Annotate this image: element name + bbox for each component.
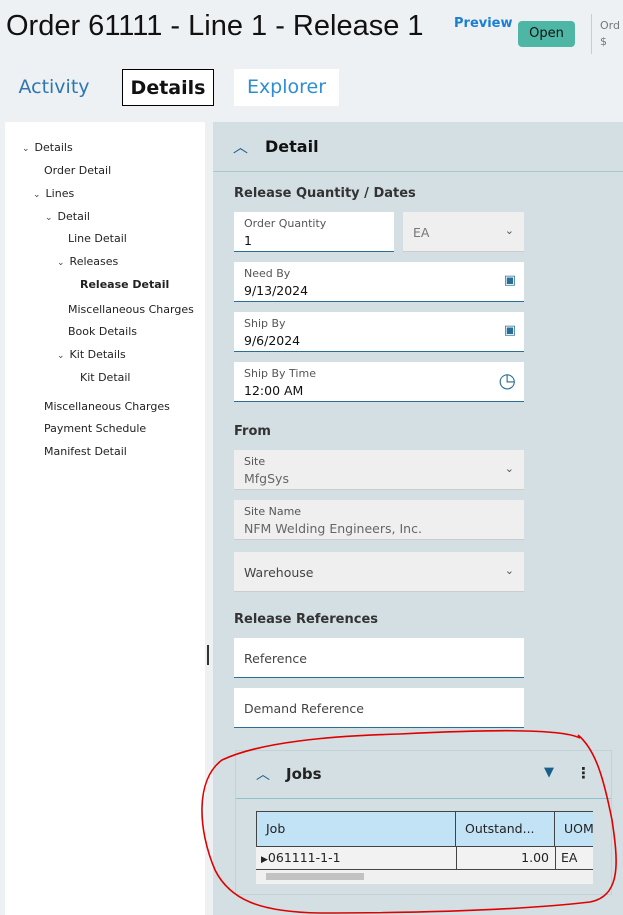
tab-activity[interactable]: Activity (10, 69, 98, 106)
tree-item-book-details[interactable]: Book Details (68, 325, 137, 338)
reference-field[interactable]: Reference (234, 638, 524, 678)
section-from: From (234, 424, 271, 439)
tree-label: Lines (45, 187, 75, 200)
jobs-title: Jobs (286, 765, 322, 783)
tree-label: Kit Details (69, 348, 126, 361)
tree-item-lines[interactable]: ⌄ Lines (33, 187, 74, 200)
chevron-down-icon: ⌄ (57, 351, 65, 361)
field-value: 1 (244, 233, 252, 248)
tree-label: Releases (69, 255, 119, 268)
field-label: Need By (244, 267, 291, 280)
chevron-down-icon: ⌄ (33, 190, 41, 200)
detail-title: Detail (265, 137, 319, 156)
field-value: 9/6/2024 (244, 333, 301, 348)
order-summary-value: $ (600, 35, 607, 48)
detail-header[interactable]: ︿ Detail (213, 122, 623, 172)
tree-item-manifest-detail[interactable]: Manifest Detail (44, 445, 127, 458)
tree-item-payment-schedule[interactable]: Payment Schedule (44, 422, 146, 435)
page-title: Order 61111 - Line 1 - Release 1 (6, 10, 424, 42)
preview-link[interactable]: Preview (454, 16, 513, 31)
uom-select[interactable]: EA ⌄ (403, 212, 524, 252)
tree-item-release-detail[interactable]: Release Detail (80, 278, 169, 291)
horizontal-scrollbar[interactable] (256, 871, 593, 883)
column-header-outstanding[interactable]: Outstand... (455, 811, 556, 847)
tree-item-line-detail[interactable]: Line Detail (68, 232, 127, 245)
chevron-down-icon: ⌄ (22, 144, 30, 154)
chevron-down-icon: ⌄ (504, 224, 514, 237)
calendar-icon[interactable]: ▣ (504, 273, 516, 288)
tree-label: Details (34, 141, 73, 154)
field-placeholder: Reference (244, 651, 307, 666)
field-value: NFM Welding Engineers, Inc. (244, 521, 422, 536)
field-placeholder: Demand Reference (244, 701, 364, 716)
table-cell-job[interactable]: ▶061111-1-1 (256, 847, 457, 870)
table-cell-uom[interactable]: EA (556, 847, 593, 870)
tree-item-kit-detail[interactable]: Kit Detail (80, 371, 130, 384)
demand-reference-field[interactable]: Demand Reference (234, 688, 524, 728)
order-quantity-field[interactable]: Order Quantity 1 (234, 212, 394, 252)
jobs-panel: ︿ Jobs ▼ ⋮ Job Outstand... UOM ▶061111-1… (235, 750, 612, 895)
calendar-icon[interactable]: ▣ (504, 323, 516, 338)
chevron-up-icon[interactable]: ︿ (256, 764, 270, 784)
jobs-header: ︿ Jobs ▼ ⋮ (236, 751, 611, 799)
chevron-down-icon: ⌄ (57, 258, 65, 268)
site-name-field: Site Name NFM Welding Engineers, Inc. (234, 500, 524, 540)
table-cell-outstanding[interactable]: 1.00 (457, 847, 556, 870)
field-label: Ship By (244, 317, 286, 330)
field-value: 9/13/2024 (244, 283, 309, 298)
field-label: Order Quantity (244, 217, 327, 230)
cell-text: 061111-1-1 (267, 850, 341, 865)
field-value: MfgSys (244, 471, 289, 486)
column-header-job[interactable]: Job (256, 811, 457, 847)
scrollbar-thumb[interactable] (266, 873, 364, 880)
tree-item-order-detail[interactable]: Order Detail (44, 164, 111, 177)
tree-item-detail[interactable]: ⌄ Detail (45, 210, 90, 223)
column-header-uom[interactable]: UOM (554, 811, 593, 847)
filter-icon[interactable]: ▼ (544, 765, 554, 780)
detail-panel: ︿ Detail Release Quantity / Dates Order … (213, 122, 623, 915)
jobs-grid: Job Outstand... UOM ▶061111-1-1 1.00 EA (256, 811, 593, 884)
section-release-references: Release References (234, 612, 378, 627)
chevron-down-icon: ⌄ (45, 213, 53, 223)
chevron-down-icon: ⌄ (504, 564, 514, 577)
ship-by-field[interactable]: Ship By 9/6/2024 ▣ (234, 312, 524, 352)
field-label: Ship By Time (244, 367, 316, 380)
navigation-tree: ⌄ Details Order Detail ⌄ Lines ⌄ Detail Lin… (5, 122, 205, 915)
tree-item-kit-details[interactable]: ⌄ Kit Details (57, 348, 126, 361)
more-options-icon[interactable]: ⋮ (576, 764, 591, 782)
divider (591, 14, 592, 54)
site-select[interactable]: Site MfgSys ⌄ (234, 450, 524, 490)
field-placeholder: Warehouse (244, 565, 314, 580)
order-summary: Ord $ (600, 18, 620, 50)
field-value: 12:00 AM (244, 383, 304, 398)
status-badge: Open (518, 21, 575, 47)
order-summary-label: Ord (600, 19, 620, 32)
tree-item-releases[interactable]: ⌄ Releases (57, 255, 118, 268)
tree-item-order-misc-charges[interactable]: Miscellaneous Charges (44, 400, 170, 413)
tab-explorer[interactable]: Explorer (234, 69, 339, 106)
clock-icon[interactable]: ◷ (499, 368, 516, 392)
tree-item-misc-charges[interactable]: Miscellaneous Charges (68, 303, 194, 316)
chevron-down-icon: ⌄ (504, 462, 514, 475)
tab-details[interactable]: Details (122, 69, 214, 106)
section-release-quantity: Release Quantity / Dates (234, 186, 416, 201)
field-value: EA (413, 225, 430, 240)
ship-by-time-field[interactable]: Ship By Time 12:00 AM ◷ (234, 362, 524, 402)
warehouse-select[interactable]: Warehouse ⌄ (234, 552, 524, 592)
need-by-field[interactable]: Need By 9/13/2024 ▣ (234, 262, 524, 302)
row-indicator-icon: ▶ (261, 855, 268, 865)
tree-label: Detail (57, 210, 90, 223)
chevron-up-icon[interactable]: ︿ (233, 136, 248, 157)
field-label: Site Name (244, 505, 302, 518)
tree-item-details[interactable]: ⌄ Details (22, 141, 73, 154)
field-label: Site (244, 455, 266, 468)
panel-splitter[interactable] (207, 645, 209, 665)
